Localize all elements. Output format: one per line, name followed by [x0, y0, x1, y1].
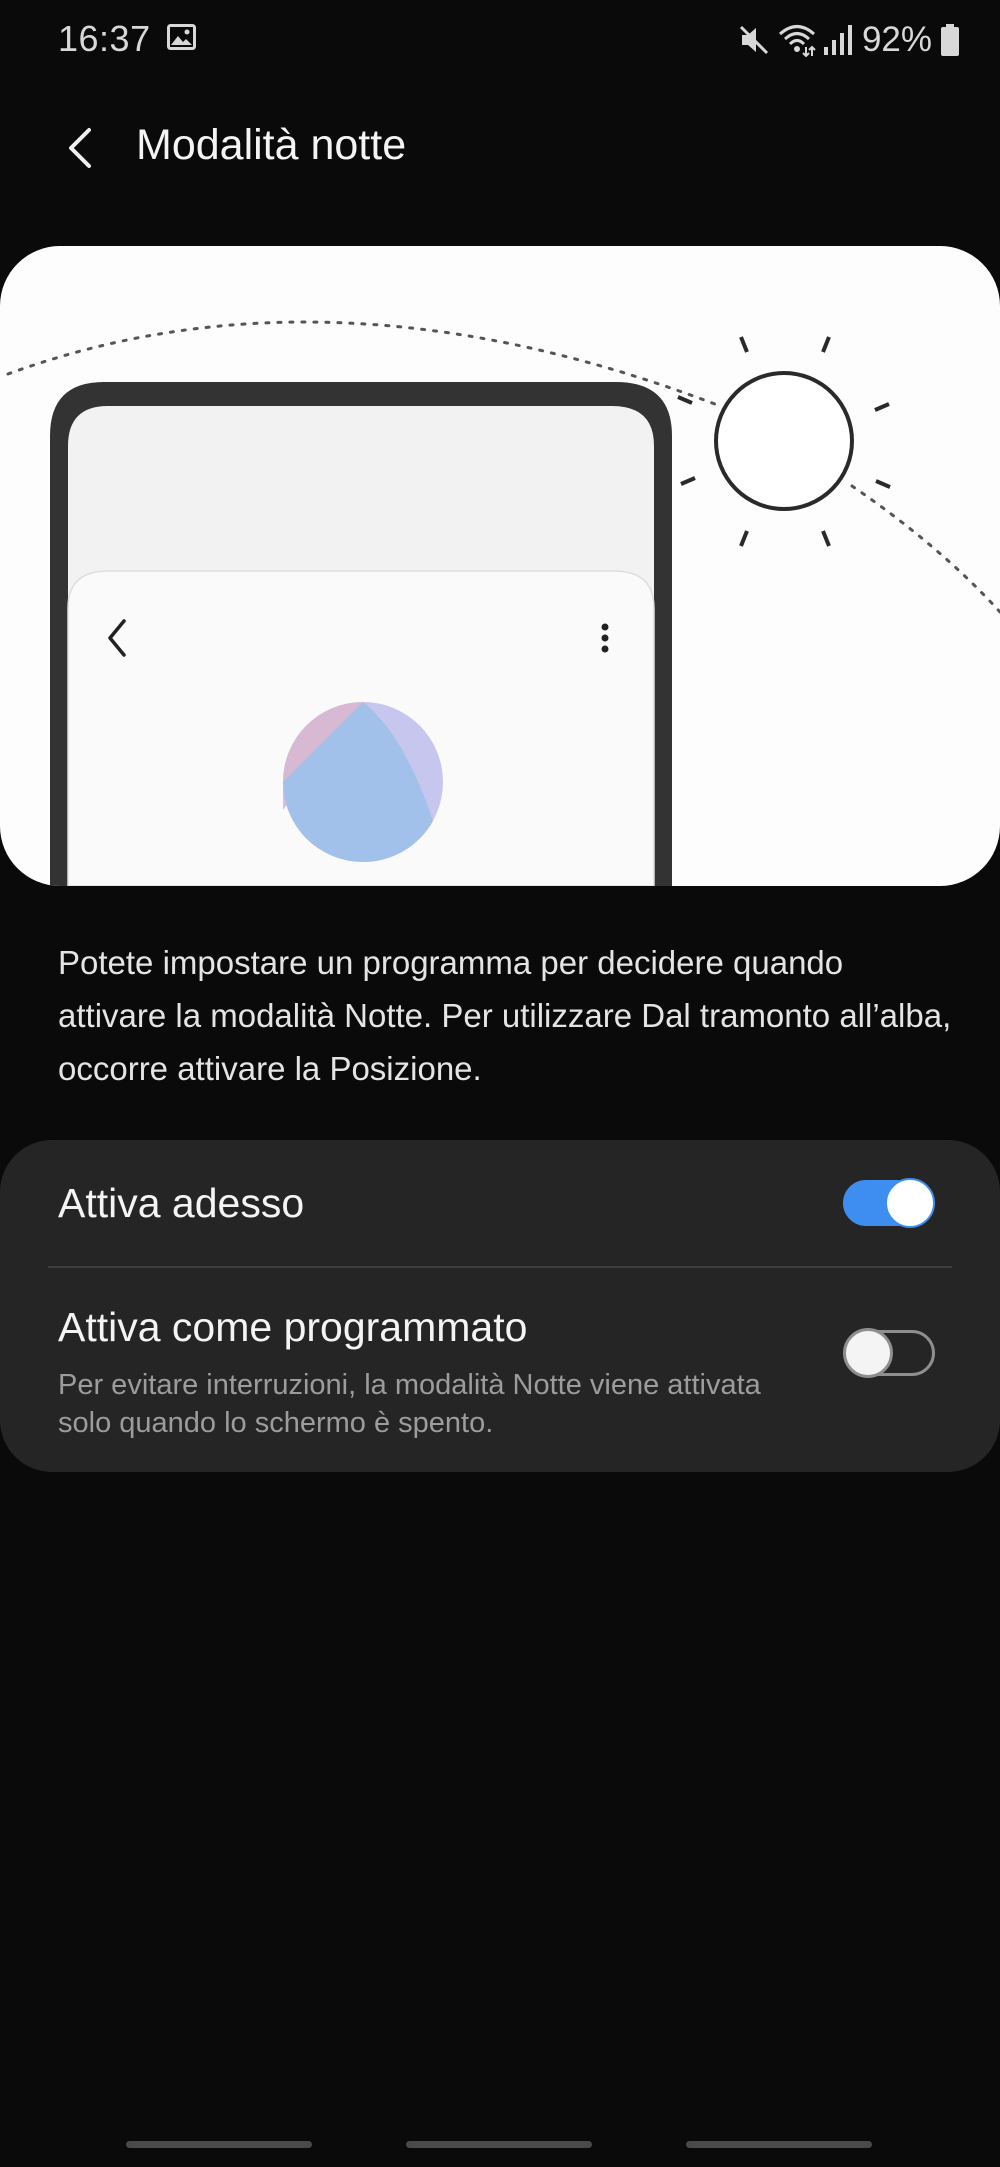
wifi-icon	[778, 23, 816, 57]
battery-icon	[940, 23, 960, 57]
turn-on-now-label: Attiva adesso	[58, 1180, 305, 1226]
scheduled-description: Per evitare interruzioni, la modalità No…	[58, 1369, 761, 1439]
back-arrow-icon	[65, 127, 95, 174]
signal-icon	[822, 23, 852, 57]
night-mode-illustration	[0, 246, 1000, 886]
scheduled-label: Attiva come programmato	[58, 1304, 528, 1350]
gallery-icon	[167, 24, 196, 50]
back-button[interactable]	[50, 120, 110, 180]
page-title: Modalità notte	[136, 121, 407, 169]
toggle-knob	[885, 1178, 935, 1228]
battery-percent: 92%	[861, 20, 932, 59]
nav-recents-hint[interactable]	[126, 2141, 312, 2148]
turn-on-now-row[interactable]: Attiva adesso	[0, 1140, 1000, 1266]
mute-icon	[738, 23, 770, 57]
toggle-knob	[843, 1328, 893, 1378]
phone-illustration	[50, 382, 672, 886]
status-time: 16:37	[58, 18, 151, 59]
app-bar: Modalità notte	[0, 100, 1000, 200]
sun-icon	[677, 336, 891, 547]
turn-on-now-toggle[interactable]	[843, 1178, 935, 1228]
nav-back-hint[interactable]	[686, 2141, 872, 2148]
status-icons: 92%	[738, 18, 960, 62]
status-bar: 16:37 92%	[0, 0, 1000, 80]
scheduled-row[interactable]: Attiva come programmato Per evitare inte…	[0, 1268, 1000, 1472]
description-text: Potete impostare un programma per decide…	[58, 944, 952, 1087]
scheduled-toggle[interactable]	[843, 1328, 935, 1378]
settings-card: Attiva adesso Attiva come programmato Pe…	[0, 1140, 1000, 1472]
nav-home-hint[interactable]	[406, 2141, 592, 2148]
